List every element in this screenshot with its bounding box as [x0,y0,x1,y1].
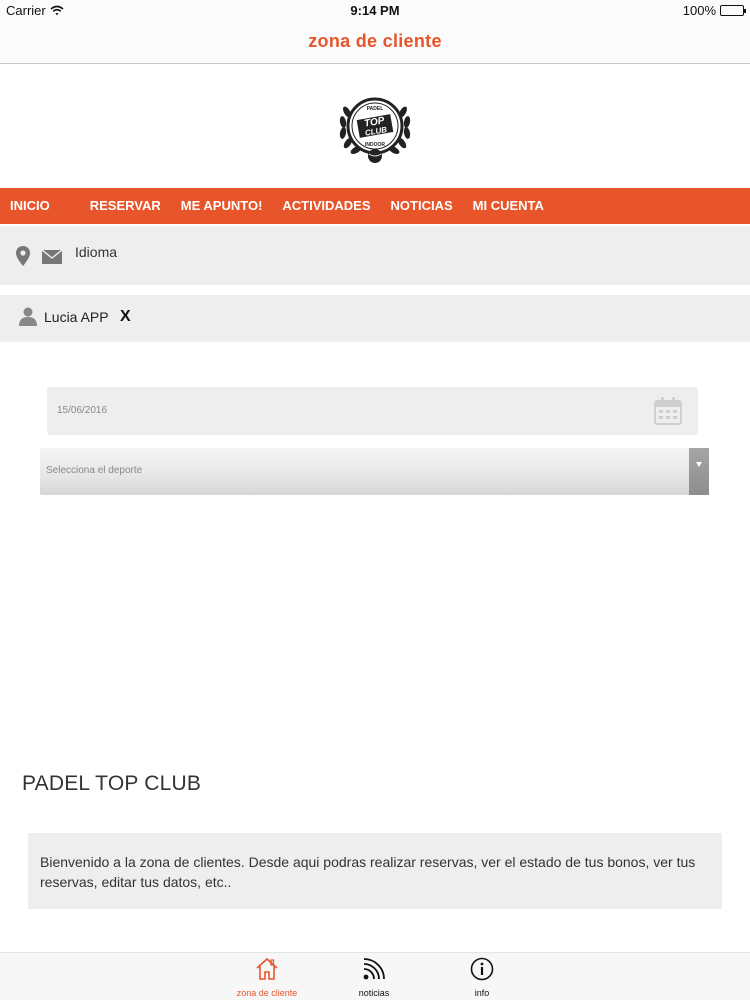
location-pin-icon[interactable] [16,246,30,266]
page-title: zona de cliente [308,31,442,51]
club-title: PADEL TOP CLUB [22,772,202,795]
logo-text-indoor: INDOOR [365,142,385,148]
chevron-down-icon [696,462,702,467]
menu-item-inicio[interactable]: INICIO [0,188,80,224]
user-bar: Lucia APP X [0,295,750,342]
date-input[interactable]: 15/06/2016 [47,387,698,435]
sport-select[interactable]: Selecciona el deporte [40,448,709,495]
tab-noticias[interactable]: noticias [329,957,419,998]
date-value: 15/06/2016 [57,405,108,416]
battery-icon [720,5,746,16]
rss-icon [363,958,385,980]
bottom-tab-bar: zona de cliente noticias info [0,952,750,1000]
logo-area: PADEL TOP CLUB INDOOR [0,64,750,188]
battery-indicator: 100% [682,3,746,18]
main-menu: INICIO RESERVAR ME APUNTO! ACTIVIDADES N… [0,188,750,224]
calendar-icon[interactable] [654,397,682,425]
info-icon [470,957,494,981]
navigation-bar: zona de cliente [0,22,750,64]
menu-item-me-apunto[interactable]: ME APUNTO! [171,188,273,224]
tab-label: noticias [358,988,390,998]
sport-select-placeholder: Selecciona el deporte [46,465,143,476]
welcome-text: Bienvenido a la zona de clientes. Desde … [40,854,696,890]
club-logo: PADEL TOP CLUB INDOOR [339,97,411,163]
user-icon [19,307,37,326]
language-selector[interactable]: Idioma [75,244,117,260]
welcome-panel: Bienvenido a la zona de clientes. Desde … [28,833,722,909]
menu-item-noticias[interactable]: NOTICIAS [381,188,463,224]
battery-percent: 100% [682,3,716,18]
mail-icon[interactable] [42,250,62,264]
tab-label: info [474,988,490,998]
status-time: 9:14 PM [350,3,400,18]
tab-label: zona de cliente [236,988,298,998]
select-arrow-button[interactable] [689,448,709,495]
info-bar: Idioma [0,226,750,285]
logout-button[interactable]: X [120,308,131,326]
username-label: Lucia APP [44,309,109,325]
logo-text-padel: PADEL [367,106,384,112]
tab-info[interactable]: info [437,957,527,998]
home-icon [256,957,278,980]
menu-item-reservar[interactable]: RESERVAR [80,188,171,224]
status-bar: Carrier 9:14 PM 100% [0,0,750,22]
menu-item-mi-cuenta[interactable]: MI CUENTA [463,188,554,224]
menu-item-actividades[interactable]: ACTIVIDADES [272,188,380,224]
tab-zona-de-cliente[interactable]: zona de cliente [222,957,312,998]
